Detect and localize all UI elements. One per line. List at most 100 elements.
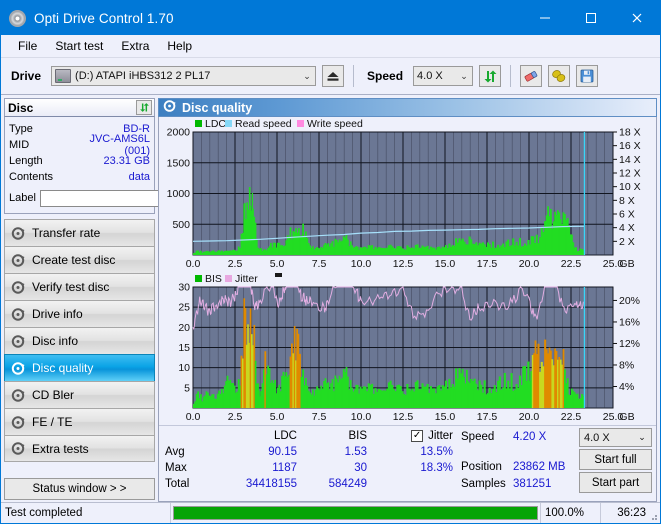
disc-icon [9, 9, 26, 27]
charts-container: LDC Read speed Write speed 0.0 2.5 5.0 7.5 10.0… [158, 117, 657, 502]
disc-value-mid: JVC-AMS6L (001) [89, 133, 150, 157]
disc-icon [11, 226, 26, 241]
sidebar-item-create-test-disc[interactable]: Create test disc [4, 246, 155, 273]
test-buttons: 4.0 X ⌄ Start full Start part [579, 428, 656, 493]
sidebar-item-transfer-rate[interactable]: Transfer rate [4, 219, 155, 246]
sidebar-item-label: Transfer rate [32, 226, 101, 240]
sidebar-item-disc-info[interactable]: Disc info [4, 327, 155, 354]
disc-icon [11, 388, 26, 403]
svg-text:0.0: 0.0 [186, 411, 201, 423]
stats-avg-ldc: 90.15 [268, 446, 297, 458]
disc-row-mid: MID JVC-AMS6L (001) [9, 133, 150, 157]
svg-text:500: 500 [172, 219, 190, 231]
svg-text:17.5: 17.5 [477, 258, 498, 270]
save-button[interactable] [576, 65, 599, 87]
jitter-toggle[interactable]: ✓ Jitter [367, 430, 457, 442]
svg-text:4 X: 4 X [619, 222, 635, 234]
sidebar-item-fe-te[interactable]: FE / TE [4, 408, 155, 435]
eraser-button[interactable] [520, 65, 543, 87]
drive-icon [55, 69, 72, 83]
start-full-button[interactable]: Start full [579, 449, 652, 470]
svg-text:15: 15 [178, 342, 190, 354]
disc-icon [11, 415, 26, 430]
position-readout: Position 23862 MB [461, 458, 579, 475]
svg-text:5.0: 5.0 [270, 258, 285, 270]
stats-max-ldc: 1187 [272, 462, 297, 474]
svg-text:LDC: LDC [205, 118, 226, 130]
speed-select[interactable]: 4.0 X ⌄ [413, 66, 474, 86]
drive-select[interactable]: (D:) ATAPI iHBS312 2 PL17 ⌄ [51, 66, 317, 86]
test-speed-select[interactable]: 4.0 X ⌄ [579, 428, 652, 447]
stats-row-total: Total 34418155 584249 [165, 476, 459, 492]
resize-grip-icon[interactable] [648, 511, 658, 521]
svg-text:1000: 1000 [167, 188, 191, 200]
svg-text:10.0: 10.0 [351, 411, 372, 423]
svg-text:20.0: 20.0 [519, 258, 540, 270]
menu-item-file[interactable]: File [9, 37, 46, 55]
svg-text:15.0: 15.0 [435, 258, 456, 270]
disc-value-length: 23.31 GB [103, 155, 150, 167]
svg-text:1500: 1500 [167, 157, 191, 169]
menu-item-extra[interactable]: Extra [112, 37, 158, 55]
sidebar-item-label: CD Bler [32, 388, 75, 402]
menu-item-help[interactable]: Help [158, 37, 201, 55]
stats-row-label: Avg [165, 446, 185, 458]
menu-item-start-test[interactable]: Start test [46, 37, 112, 55]
svg-text:7.5: 7.5 [312, 258, 327, 270]
svg-text:22.5: 22.5 [561, 411, 582, 423]
jitter-checkbox[interactable]: ✓ [411, 430, 424, 442]
svg-text:6 X: 6 X [619, 209, 635, 221]
svg-text:4%: 4% [619, 381, 634, 393]
svg-text:12.5: 12.5 [393, 258, 414, 270]
svg-text:Jitter: Jitter [235, 273, 258, 285]
svg-text:GB: GB [619, 258, 634, 270]
svg-text:2.5: 2.5 [228, 411, 243, 423]
stats-total-bis: 584249 [328, 478, 367, 490]
status-message: Test completed [1, 503, 171, 523]
disc-row-contents: Contents data [9, 169, 150, 185]
title-bar: Opti Drive Control 1.70 [1, 1, 660, 35]
toolbar: Drive (D:) ATAPI iHBS312 2 PL17 ⌄ Speed … [1, 58, 660, 95]
progress-percent: 100.0% [541, 503, 601, 523]
status-window-button[interactable]: Status window > > [4, 478, 155, 500]
close-icon[interactable] [614, 1, 660, 35]
chevron-down-icon: ⌄ [460, 70, 468, 81]
svg-text:16 X: 16 X [619, 140, 641, 152]
svg-text:BIS: BIS [205, 273, 222, 285]
disc-key-mid: MID [9, 139, 30, 151]
statistics-panel: LDC BIS ✓ Jitter Avg 90.15 1.53 13.5% Ma… [159, 425, 656, 493]
disc-refresh-button[interactable] [136, 100, 152, 115]
sidebar-item-verify-test-disc[interactable]: Verify test disc [4, 273, 155, 300]
maximize-icon[interactable] [568, 1, 614, 35]
svg-text:Read speed: Read speed [235, 118, 292, 130]
minimize-icon[interactable] [522, 1, 568, 35]
svg-text:10 X: 10 X [619, 181, 641, 193]
refresh-button[interactable] [479, 65, 502, 87]
sidebar-item-label: FE / TE [32, 415, 73, 429]
sidebar-item-cd-bler[interactable]: CD Bler [4, 381, 155, 408]
svg-text:18 X: 18 X [619, 127, 641, 139]
sidebar-item-drive-info[interactable]: Drive info [4, 300, 155, 327]
toolbar-divider [353, 65, 355, 87]
sidebar-item-disc-quality[interactable]: Disc quality [4, 354, 155, 381]
drive-label: Drive [11, 69, 42, 83]
speed-readout: Speed 4.20 X [461, 428, 579, 445]
disc-key-length: Length [9, 155, 43, 167]
bis-jitter-chart: BIS Jitter 0.0 2.5 5.0 7.5 10.0 12.5 15.0 17.5 20.… [159, 272, 656, 425]
svg-text:2000: 2000 [167, 127, 191, 139]
disc-key-type: Type [9, 123, 33, 135]
eject-button[interactable] [322, 65, 345, 87]
progress-cell [171, 503, 541, 523]
svg-text:5: 5 [184, 382, 190, 394]
page-title: Disc quality [182, 100, 253, 115]
progress-bar [173, 506, 538, 520]
settings-button[interactable] [548, 65, 571, 87]
sidebar-item-label: Disc quality [32, 361, 94, 375]
stats-row-max: Max 1187 30 18.3% [165, 460, 459, 476]
start-part-button[interactable]: Start part [579, 472, 652, 493]
svg-text:12.5: 12.5 [393, 411, 414, 423]
stats-avg-bis: 1.53 [344, 446, 367, 458]
svg-text:2 X: 2 X [619, 236, 635, 248]
sidebar-item-extra-tests[interactable]: Extra tests [4, 435, 155, 462]
sidebar-item-label: Create test disc [32, 253, 116, 267]
